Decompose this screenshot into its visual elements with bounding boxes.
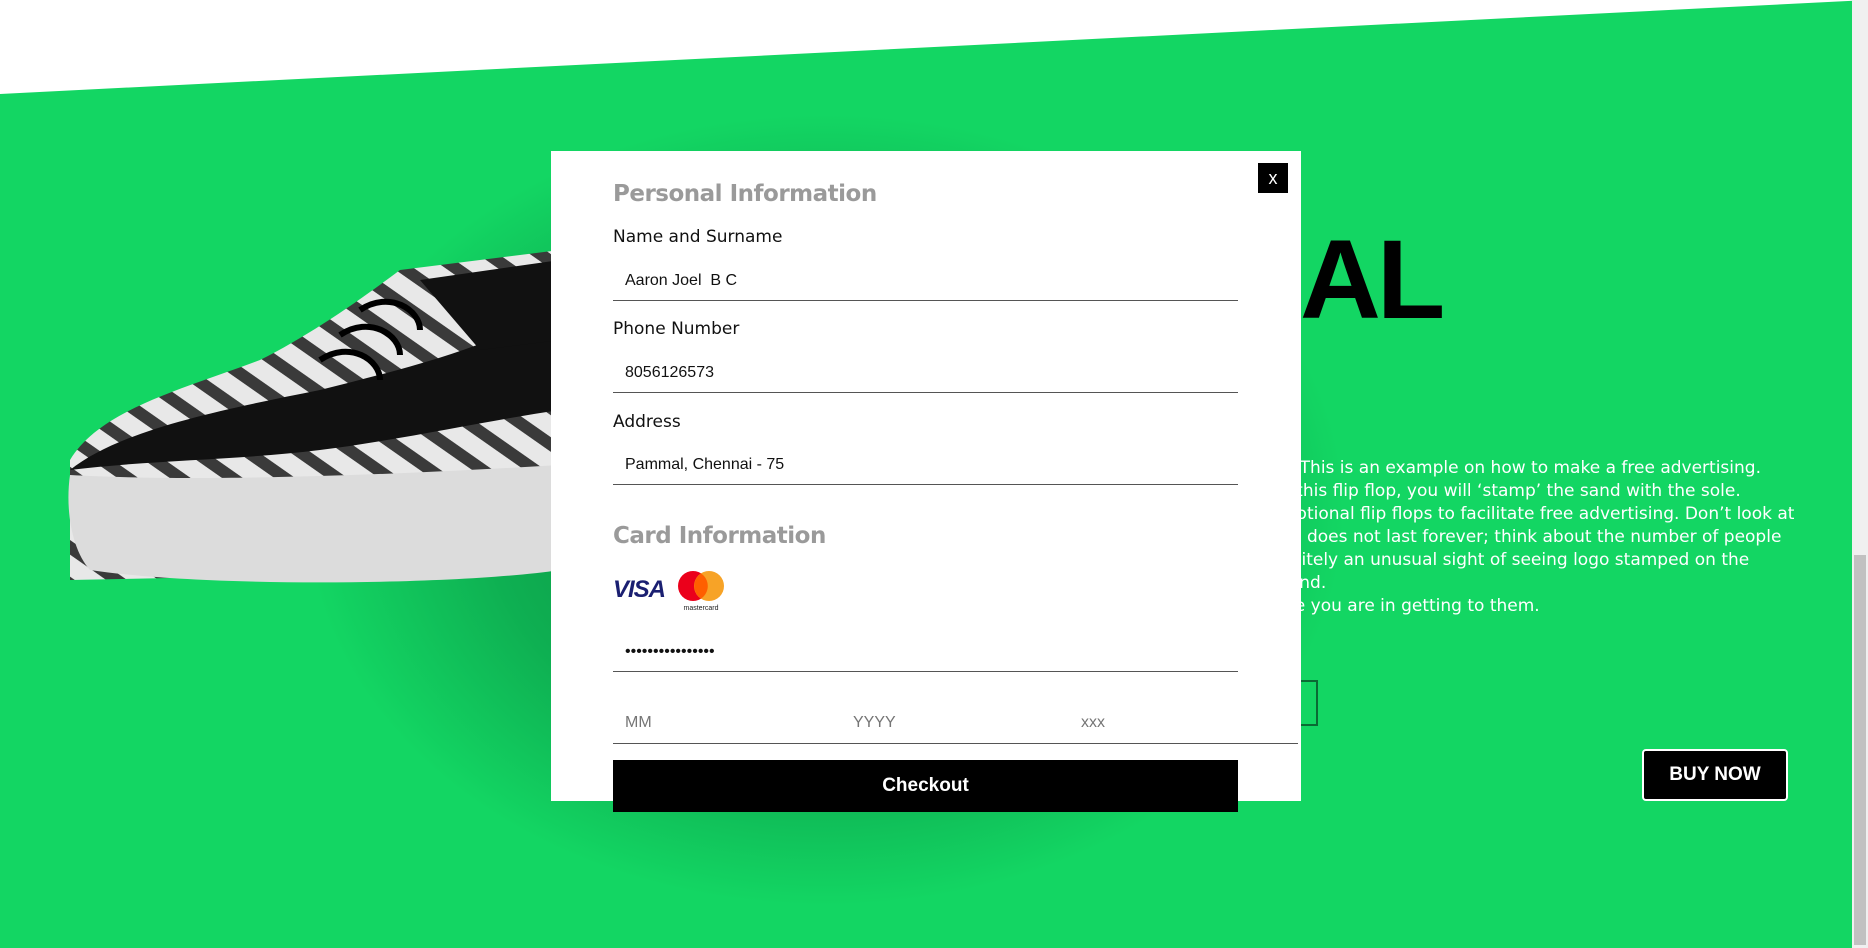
name-field[interactable] bbox=[613, 261, 1238, 301]
checkout-modal: x Personal Information Name and Surname … bbox=[551, 151, 1301, 801]
sneaker-image bbox=[68, 250, 560, 583]
address-label: Address bbox=[613, 412, 681, 432]
hero-description: s. This is an example on how to make a f… bbox=[1280, 458, 1795, 616]
card-number-field[interactable] bbox=[613, 632, 1238, 672]
card-expiry-row bbox=[613, 703, 1298, 744]
mastercard-logo: mastercard bbox=[678, 571, 724, 612]
top-white-band bbox=[0, 0, 1868, 94]
scrollbar-thumb[interactable] bbox=[1854, 555, 1866, 945]
phone-field[interactable] bbox=[613, 353, 1238, 393]
expiry-month-field[interactable] bbox=[613, 703, 813, 743]
address-field[interactable] bbox=[613, 445, 1238, 485]
phone-label: Phone Number bbox=[613, 319, 740, 339]
checkout-button[interactable]: Checkout bbox=[613, 760, 1238, 812]
cvv-field[interactable] bbox=[1069, 703, 1269, 743]
personal-info-title: Personal Information bbox=[613, 181, 877, 207]
card-info-title: Card Information bbox=[613, 523, 826, 549]
hero-title: AL bbox=[1300, 217, 1445, 342]
expiry-year-field[interactable] bbox=[841, 703, 1041, 743]
buy-now-button[interactable]: BUY NOW bbox=[1642, 749, 1788, 801]
name-label: Name and Surname bbox=[613, 227, 783, 247]
mastercard-text: mastercard bbox=[683, 605, 718, 612]
close-button[interactable]: x bbox=[1258, 163, 1288, 193]
page-scrollbar[interactable] bbox=[1852, 0, 1868, 948]
visa-logo: VISA bbox=[613, 576, 666, 603]
